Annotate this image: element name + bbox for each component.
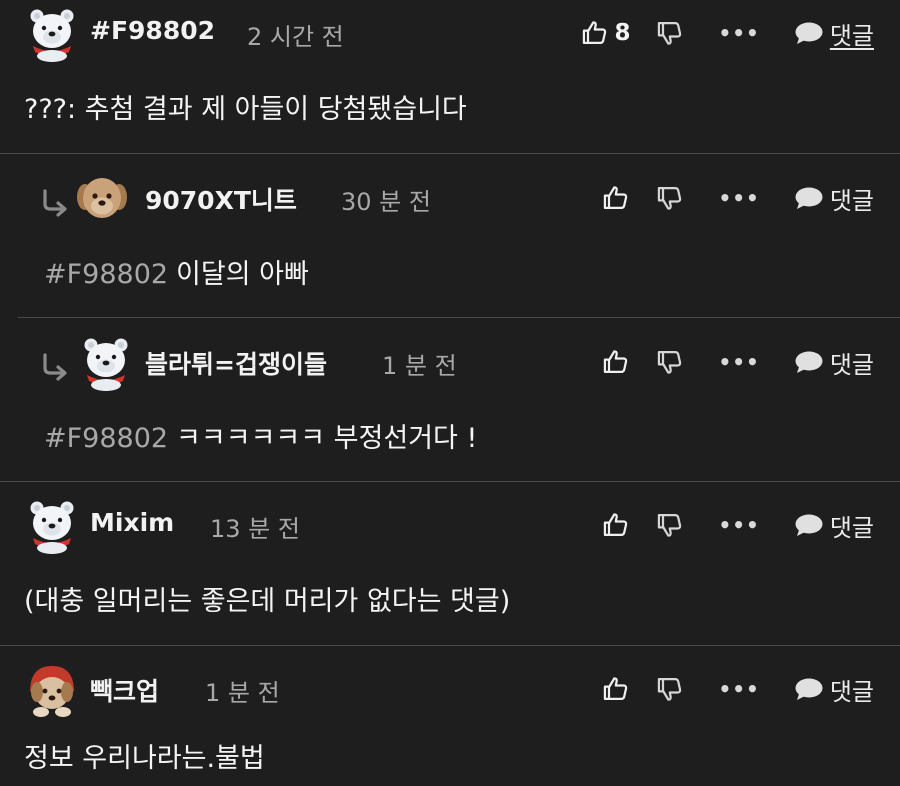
comment-actions: ••• 댓글 [602,666,874,712]
ellipsis-icon: ••• [718,513,760,537]
puppy-red-hood-avatar[interactable] [24,662,80,718]
ellipsis-icon: ••• [718,350,760,374]
timestamp: 13 분 전 [210,515,300,543]
speech-bubble-icon [794,21,824,45]
like-button[interactable] [602,675,630,703]
reply-label: 댓글 [829,677,874,706]
thumb-down-icon [656,19,684,47]
timestamp: 1 분 전 [382,352,457,380]
dislike-button[interactable] [656,348,684,376]
ellipsis-icon: ••• [718,21,760,45]
comment-text: ???: 추첨 결과 제 아들이 당첨됐습니다 [24,94,467,125]
thumb-down-icon [656,348,684,376]
reply-button[interactable]: 댓글 [794,508,874,543]
comment-actions: ••• 댓글 [602,502,874,548]
nickname[interactable]: 빽크업 [90,672,159,708]
comment-text: 정보 우리나라는.불법 [24,743,265,774]
dislike-button[interactable] [656,511,684,539]
reply-button[interactable]: 댓글 [794,672,874,707]
comment-header: #F98802 2 시간 전 8 ••• 댓글 [0,0,900,66]
dislike-button[interactable] [656,184,684,212]
divider [0,153,900,154]
dislike-button[interactable] [656,675,684,703]
comment-text: #F98802 이달의 아빠 [44,259,309,290]
thumb-up-icon [602,184,630,212]
like-button[interactable] [602,184,630,212]
thumb-down-icon [656,184,684,212]
ellipsis-icon: ••• [718,186,760,210]
reply-label: 댓글 [829,21,874,50]
thumb-down-icon [656,675,684,703]
more-options-button[interactable]: ••• [718,21,759,45]
nickname[interactable]: #F98802 [90,16,215,45]
like-button[interactable] [602,348,630,376]
reply-label: 댓글 [829,513,874,542]
comment-header: 블라튀=겁쟁이들 1 분 전 ••• 댓글 [18,329,900,395]
reply-arrow-icon [40,189,70,217]
more-options-button[interactable]: ••• [718,186,759,210]
timestamp: 1 분 전 [205,679,280,707]
speech-bubble-icon [794,350,824,374]
thumb-up-icon [581,19,609,47]
reply-arrow-icon [40,353,70,381]
reply-button[interactable]: 댓글 [794,16,874,51]
thumb-down-icon [656,511,684,539]
more-options-button[interactable]: ••• [718,677,759,701]
divider [18,317,900,318]
comment-header: 9070XT니트 30 분 전 ••• 댓글 [18,165,900,231]
thumb-up-icon [602,511,630,539]
mention-tag[interactable]: #F98802 [44,259,168,290]
like-button[interactable]: 8 [581,19,630,47]
comment-actions: ••• 댓글 [602,339,874,385]
puppy-avatar[interactable] [74,171,130,227]
reply-comment: 블라튀=겁쟁이들 1 분 전 ••• 댓글 #F98802 ㅋㅋㅋㅋㅋㅋ 부정선거… [18,329,900,481]
reply-label: 댓글 [829,350,874,379]
speech-bubble-icon [794,677,824,701]
comment: #F98802 2 시간 전 8 ••• 댓글 ???: 추첨 결과 제 아들이… [0,0,900,152]
polar-bear-avatar[interactable] [78,335,134,391]
speech-bubble-icon [794,513,824,537]
like-button[interactable] [602,511,630,539]
reply-button[interactable]: 댓글 [794,181,874,216]
reply-label: 댓글 [829,186,874,215]
polar-bear-avatar[interactable] [24,6,80,62]
divider [0,481,900,482]
thumb-up-icon [602,348,630,376]
timestamp: 30 분 전 [341,188,431,216]
comment: Mixim 13 분 전 ••• 댓글 (대충 일머리는 좋은데 머리가 없다는… [0,492,900,644]
polar-bear-avatar[interactable] [24,498,80,554]
nickname[interactable]: 9070XT니트 [145,181,297,217]
timestamp: 2 시간 전 [247,23,344,51]
ellipsis-icon: ••• [718,677,760,701]
thumb-up-icon [602,675,630,703]
mention-tag[interactable]: #F98802 [44,423,168,454]
comment-header: Mixim 13 분 전 ••• 댓글 [0,492,900,558]
more-options-button[interactable]: ••• [718,513,759,537]
divider [0,645,900,646]
dislike-button[interactable] [656,19,684,47]
speech-bubble-icon [794,186,824,210]
comment: 빽크업 1 분 전 ••• 댓글 정보 우리나라는.불법 [0,656,900,786]
comment-actions: ••• 댓글 [602,175,874,221]
reply-comment: 9070XT니트 30 분 전 ••• 댓글 #F98802 이달의 아빠 [18,165,900,317]
nickname[interactable]: 블라튀=겁쟁이들 [145,345,327,381]
comment-text: #F98802 ㅋㅋㅋㅋㅋㅋ 부정선거다 ! [44,423,478,454]
nickname[interactable]: Mixim [90,508,174,537]
comment-text: (대충 일머리는 좋은데 머리가 없다는 댓글) [24,586,511,617]
comment-header: 빽크업 1 분 전 ••• 댓글 [0,656,900,722]
like-count: 8 [614,20,631,46]
comment-actions: 8 ••• 댓글 [581,10,874,56]
reply-button[interactable]: 댓글 [794,345,874,380]
more-options-button[interactable]: ••• [718,350,759,374]
